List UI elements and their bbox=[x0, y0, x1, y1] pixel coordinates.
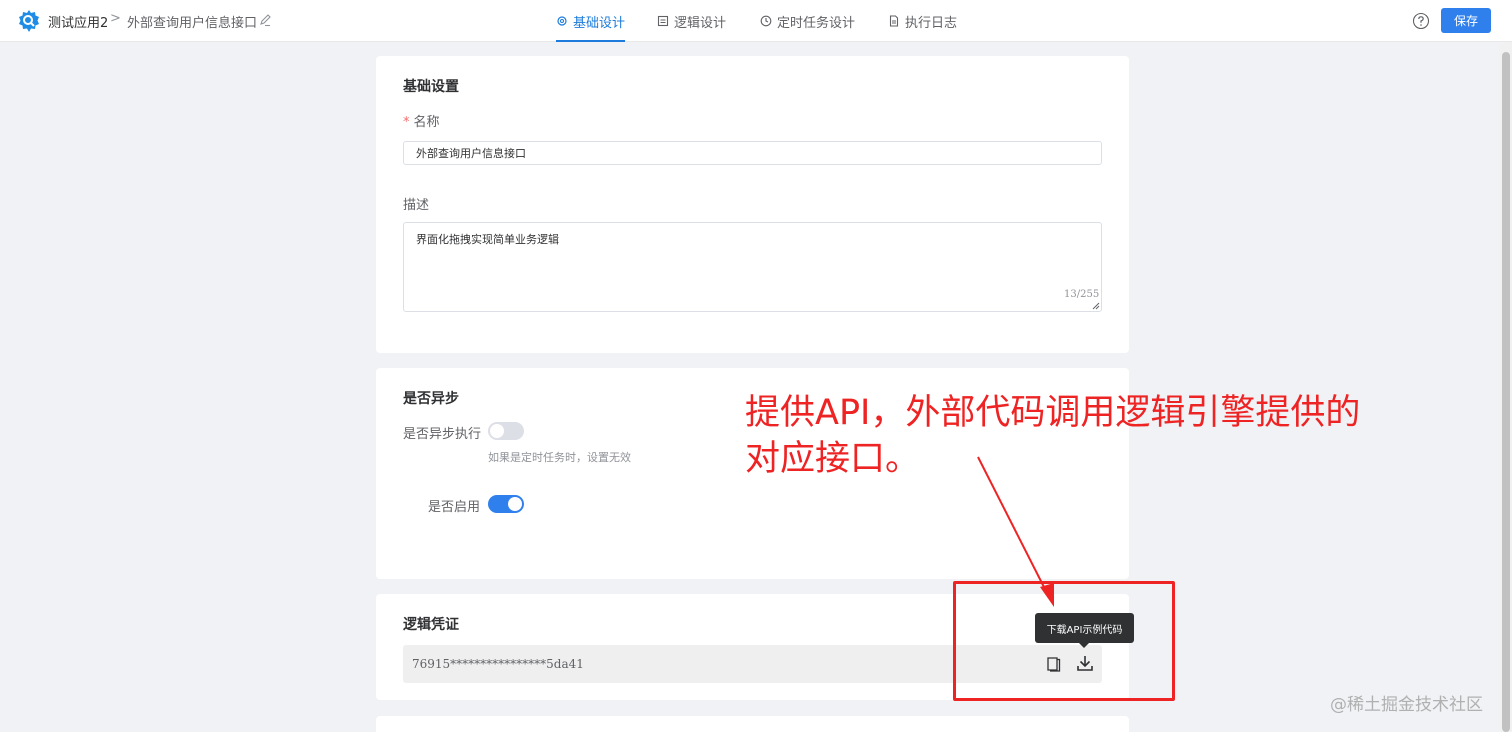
top-bar: 测试应用2 > 外部查询用户信息接口 基础设计 逻辑设计 定时任务设计 执行日志… bbox=[0, 0, 1512, 42]
tab-label: 基础设计 bbox=[573, 15, 626, 31]
help-icon[interactable] bbox=[1412, 12, 1430, 30]
page-title: 外部查询用户信息接口 bbox=[127, 16, 258, 31]
description-textarea[interactable]: 界面化拖拽实现简单业务逻辑 bbox=[403, 222, 1102, 312]
save-button[interactable]: 保存 bbox=[1441, 8, 1491, 33]
tab-label: 执行日志 bbox=[905, 15, 958, 31]
edit-icon[interactable] bbox=[258, 13, 272, 27]
name-input[interactable] bbox=[403, 141, 1102, 165]
enabled-label: 是否启用 bbox=[428, 500, 481, 515]
tab-label: 定时任务设计 bbox=[777, 15, 856, 31]
basic-settings-card: 基础设置 *名称 描述 界面化拖拽实现简单业务逻辑 13/255 bbox=[376, 56, 1129, 353]
resize-handle-icon[interactable] bbox=[1092, 302, 1100, 310]
switch-knob bbox=[490, 424, 504, 438]
name-label: * 名称 bbox=[403, 111, 440, 130]
name-label-text: 名称 bbox=[413, 115, 440, 130]
app-name[interactable]: 测试应用2 bbox=[48, 12, 108, 31]
tab-basic-design[interactable]: 基础设计 bbox=[556, 0, 626, 42]
gear-icon bbox=[557, 16, 567, 26]
breadcrumb-separator: > bbox=[110, 11, 121, 26]
switch-knob bbox=[508, 497, 522, 511]
enabled-switch[interactable] bbox=[488, 495, 524, 513]
annotation-highlight-box bbox=[953, 581, 1175, 701]
desc-label: 描述 bbox=[403, 198, 430, 213]
section-title: 是否异步 bbox=[403, 391, 459, 407]
app-logo-icon bbox=[19, 10, 39, 32]
section-title: 逻辑凭证 bbox=[403, 617, 459, 633]
tab-label: 逻辑设计 bbox=[674, 15, 727, 31]
scrollbar-thumb[interactable] bbox=[1502, 52, 1510, 732]
required-mark: * bbox=[403, 115, 410, 130]
async-switch[interactable] bbox=[488, 422, 524, 440]
char-counter: 13/255 bbox=[1064, 289, 1100, 300]
section-title: 基础设置 bbox=[403, 79, 459, 95]
tab-scheduled-task-design[interactable]: 定时任务设计 bbox=[760, 0, 855, 42]
clock-icon bbox=[760, 15, 772, 27]
next-card bbox=[376, 716, 1129, 732]
annotation-text: 提供API，外部代码调用逻辑引擎提供的对应接口。 bbox=[745, 393, 1361, 479]
async-label: 是否异步执行 bbox=[403, 427, 482, 442]
async-hint: 如果是定时任务时，设置无效 bbox=[488, 451, 631, 464]
layout-icon bbox=[657, 15, 669, 27]
watermark: @稀土掘金技术社区 bbox=[1330, 695, 1483, 715]
credential-value: 76915****************5da41 bbox=[412, 657, 584, 671]
document-icon bbox=[889, 15, 899, 27]
tab-logic-design[interactable]: 逻辑设计 bbox=[657, 0, 726, 42]
tab-execution-log[interactable]: 执行日志 bbox=[888, 0, 957, 42]
